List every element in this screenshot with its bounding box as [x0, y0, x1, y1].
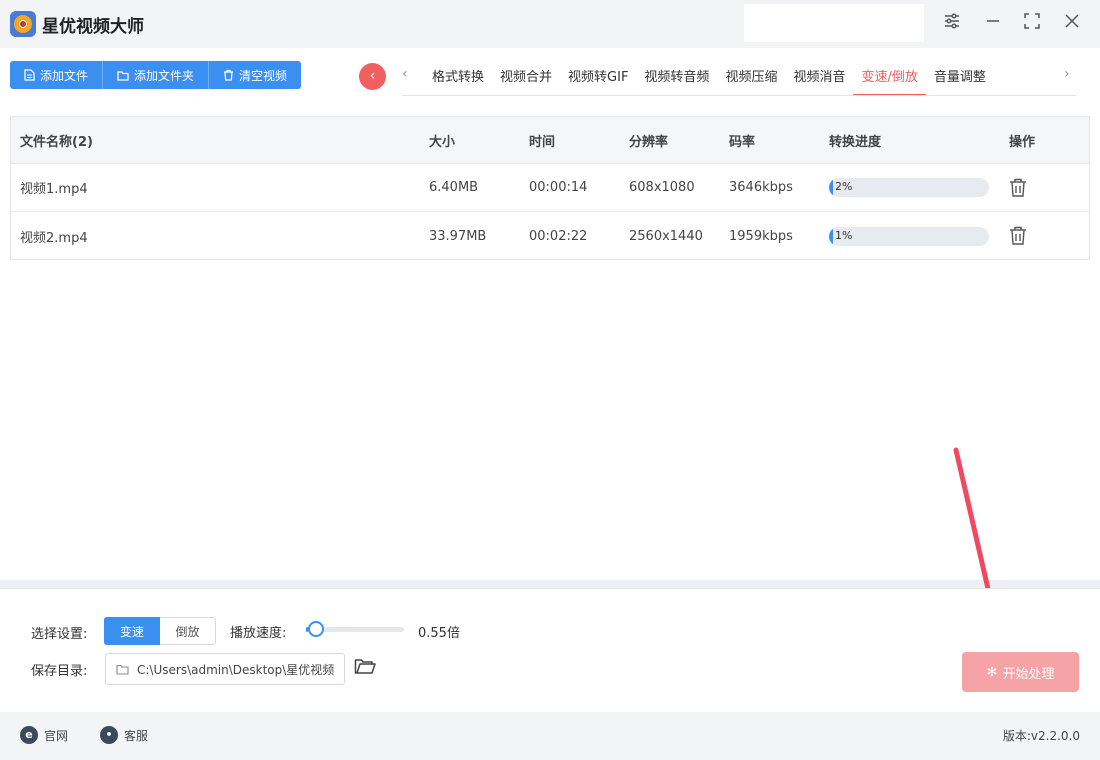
add-folder-button[interactable]: 添加文件夹: [103, 61, 210, 89]
tabs-divider: [402, 95, 1076, 96]
header-time: 时间: [529, 134, 556, 150]
main-panel: 文件名称(2) 大小 时间 分辨率 码率 转换进度 操作 视频1.mp4 6.40…: [0, 104, 1100, 580]
mode-toggle: 变速 倒放: [104, 617, 216, 645]
header-resolution: 分辨率: [629, 134, 669, 150]
chat-icon: •: [100, 726, 118, 744]
tab-4[interactable]: 视频压缩: [717, 60, 785, 96]
folder-icon: [117, 70, 129, 81]
tab-2[interactable]: 视频转GIF: [560, 60, 636, 96]
mode-speed-button[interactable]: 变速: [104, 617, 160, 645]
table-row: 视频2.mp4 33.97MB 00:02:22 2560x1440 1959kbps 1…: [11, 212, 1089, 260]
add-file-label: 添加文件: [40, 68, 89, 83]
tab-3[interactable]: 视频转音频: [636, 60, 717, 96]
trash-icon: [224, 69, 234, 81]
progress-fill: [829, 178, 833, 197]
ops-cell: [1009, 212, 1027, 260]
start-process-button[interactable]: ✻ 开始处理: [962, 652, 1079, 692]
header-name: 文件名称(2): [20, 134, 93, 150]
file-name: 视频2.mp4: [20, 230, 88, 246]
save-path-text: C:\Users\admin\Desktop\星优视频: [137, 662, 335, 677]
open-folder-icon[interactable]: [354, 657, 376, 679]
delete-trash-icon[interactable]: [1009, 226, 1027, 246]
ops-cell: [1009, 164, 1027, 211]
table-row: 视频1.mp4 6.40MB 00:00:14 608x1080 3646kbps 2%: [11, 164, 1089, 212]
toolbar: 添加文件 添加文件夹 清空视频 ‹ ‹ 格式转换 视频合并 视频转GIF 视频转音频视…: [0, 48, 1100, 104]
maximize-icon[interactable]: [1020, 12, 1044, 36]
file-resolution: 2560x1440: [629, 228, 703, 244]
file-actions: 添加文件 添加文件夹 清空视频: [10, 61, 302, 89]
settings-panel: 选择设置: 变速 倒放 播放速度: 0.55倍 保存目录: C:\Users\a…: [0, 588, 1100, 712]
customer-service-link[interactable]: • 客服: [100, 726, 148, 744]
tab-1[interactable]: 视频合并: [492, 60, 560, 96]
progress-fill: [829, 226, 833, 246]
speed-value: 0.55倍: [418, 626, 460, 641]
progress-text: 1%: [835, 228, 853, 242]
file-table: 文件名称(2) 大小 时间 分辨率 码率 转换进度 操作 视频1.mp4 6.40…: [10, 116, 1090, 260]
table-header: 文件名称(2) 大小 时间 分辨率 码率 转换进度 操作: [11, 117, 1089, 164]
start-process-label: 开始处理: [1002, 666, 1055, 682]
title-bar: 星优视频大师: [0, 0, 1100, 48]
status-bar: e 官网 • 客服 版本:v2.2.0.0: [0, 712, 1100, 760]
delete-trash-icon[interactable]: [1009, 178, 1027, 198]
minimize-icon[interactable]: [981, 12, 1005, 36]
file-bitrate: 3646kbps: [729, 180, 793, 195]
loading-icon: ✻: [986, 664, 998, 680]
file-resolution: 608x1080: [629, 180, 695, 195]
header-bitrate: 码率: [729, 134, 756, 150]
progress-bar: 2%: [829, 178, 989, 197]
add-file-button[interactable]: 添加文件: [10, 61, 104, 89]
close-icon[interactable]: [1060, 12, 1084, 36]
progress-cell: 2%: [829, 164, 989, 211]
progress-bar: 1%: [829, 226, 989, 246]
progress-cell: 1%: [829, 212, 989, 260]
tabs-next-icon[interactable]: ›: [1064, 66, 1070, 82]
feature-tabs: 格式转换 视频合并 视频转GIF 视频转音频 视频压缩 视频消音 变速/倒放 音量调整: [424, 60, 994, 96]
add-folder-label: 添加文件夹: [134, 68, 195, 83]
header-ops: 操作: [1009, 134, 1036, 150]
tabs-prev-icon[interactable]: ‹: [402, 66, 408, 82]
tab-5[interactable]: 视频消音: [785, 60, 853, 96]
title-placeholder: [744, 4, 924, 42]
header-progress: 转换进度: [829, 134, 882, 150]
tab-6[interactable]: 变速/倒放: [853, 60, 926, 96]
app-title: 星优视频大师: [42, 17, 144, 37]
file-icon: [24, 69, 35, 81]
file-name: 视频1.mp4: [20, 182, 88, 197]
official-site-link[interactable]: e 官网: [20, 726, 68, 744]
save-path-field[interactable]: C:\Users\admin\Desktop\星优视频: [105, 653, 345, 685]
speed-slider-handle[interactable]: [308, 621, 324, 637]
file-size: 6.40MB: [429, 180, 479, 195]
file-size: 33.97MB: [429, 228, 487, 244]
file-duration: 00:02:22: [529, 228, 588, 244]
file-bitrate: 1959kbps: [729, 228, 793, 244]
header-size: 大小: [429, 134, 456, 150]
file-duration: 00:00:14: [529, 180, 588, 195]
app-logo-icon: [10, 11, 36, 37]
clear-videos-label: 清空视频: [239, 68, 288, 83]
speed-label: 播放速度:: [230, 626, 287, 641]
clear-videos-button[interactable]: 清空视频: [209, 61, 302, 89]
back-button[interactable]: ‹: [359, 63, 386, 90]
select-settings-label: 选择设置:: [31, 627, 88, 642]
folder-outline-icon: [116, 664, 129, 675]
version-text: 版本:v2.2.0.0: [1002, 729, 1080, 743]
customer-service-label: 客服: [124, 728, 149, 743]
ie-icon: e: [20, 726, 38, 744]
tab-7[interactable]: 音量调整: [926, 60, 994, 96]
tab-0[interactable]: 格式转换: [424, 60, 492, 96]
chevron-left-icon: ‹: [369, 68, 376, 84]
settings-sliders-icon[interactable]: [940, 12, 964, 36]
mode-reverse-button[interactable]: 倒放: [160, 617, 216, 645]
official-site-label: 官网: [44, 728, 69, 743]
progress-text: 2%: [835, 180, 853, 193]
save-dir-label: 保存目录:: [31, 664, 88, 679]
